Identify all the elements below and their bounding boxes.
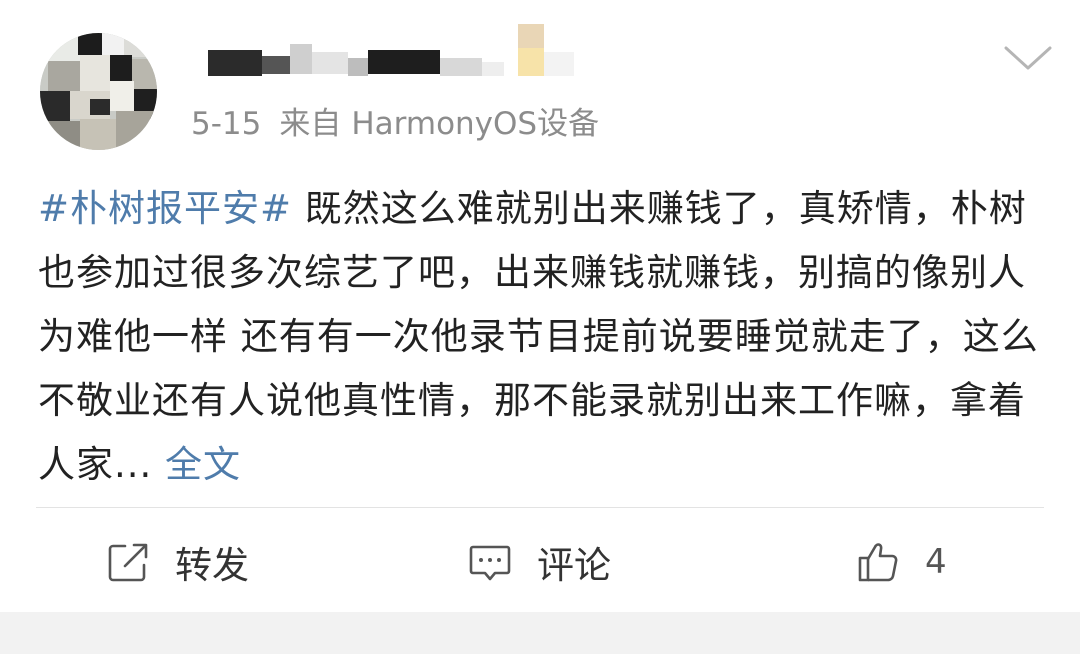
avatar-image [40,33,157,150]
comment-label: 评论 [537,544,611,587]
weibo-post-card: 5-15 来自 HarmonyOS设备 #朴树报平安# 既然这么难就别出来赚钱了，真… [0,0,1080,612]
repost-label: 转发 [175,544,249,587]
post-body: #朴树报平安# 既然这么难就别出来赚钱了，真矫情，朴树也参加过很多次综艺了吧，出… [38,177,1048,497]
repost-button[interactable]: 转发 [105,532,249,592]
post-source-device: HarmonyOS设备 [351,106,600,142]
comment-button[interactable]: 评论 [467,532,611,592]
post-hashtag[interactable]: #朴树报平安# [38,187,292,230]
like-button[interactable]: 4 [855,532,947,592]
chevron-down-icon[interactable] [1000,40,1056,74]
post-source-prefix: 来自 [279,106,342,142]
expand-full-text-link[interactable]: 全文 [165,443,241,486]
feed-separator [0,612,1080,654]
share-square-arrow-icon [108,543,148,582]
thumbs-up-icon [858,543,898,582]
user-avatar[interactable] [40,33,157,150]
like-count: 4 [925,542,947,582]
username-redacted[interactable] [200,22,620,84]
comment-bubble-icon [469,545,511,581]
username-mosaic-image [208,24,574,76]
post-meta: 5-15 来自 HarmonyOS设备 [191,104,599,144]
post-timestamp: 5-15 [191,106,262,142]
action-divider [36,507,1044,508]
post-text: 既然这么难就别出来赚钱了，真矫情，朴树也参加过很多次综艺了吧，出来赚钱就赚钱，别… [38,187,1039,486]
